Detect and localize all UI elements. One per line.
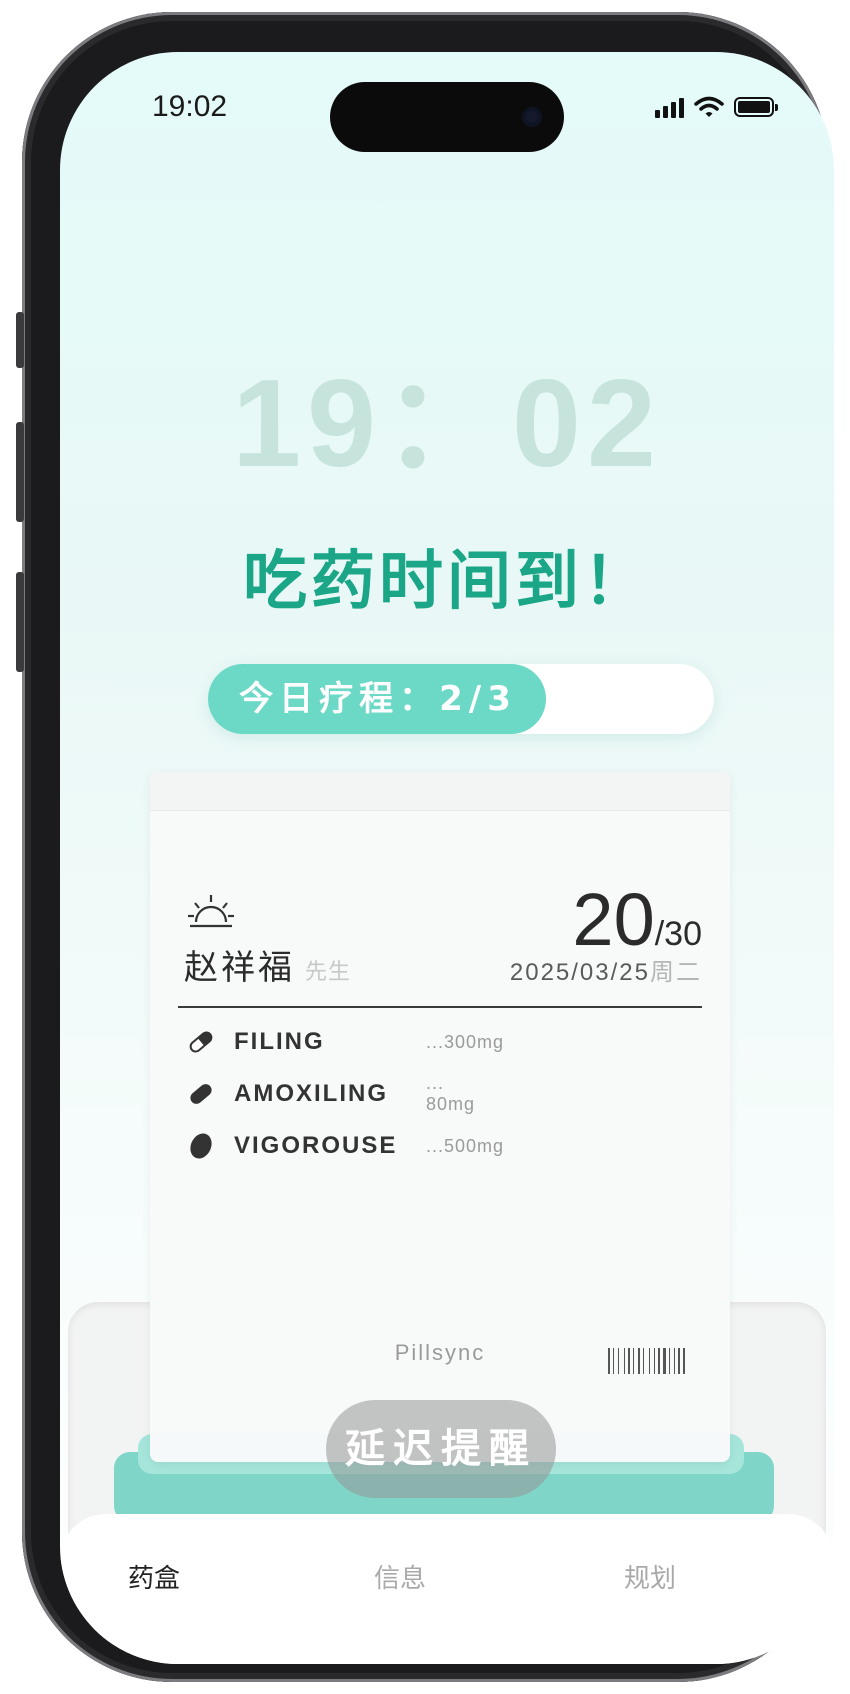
dose-counter: 20/30 [572, 877, 702, 962]
medication-item: VIGOROUSE ...500mg [186, 1128, 503, 1164]
tab-pillbox[interactable]: 药盒 [128, 1558, 180, 1595]
camera-icon [522, 107, 542, 127]
pouch-seal [150, 772, 730, 811]
alarm-clock: 19：02 [232, 355, 662, 493]
medication-dose: ...500mg [426, 1135, 505, 1156]
progress-label: 今日疗程：2/3 [239, 679, 517, 719]
oval-pill-icon [190, 1133, 212, 1159]
medication-name: FILING [234, 1028, 325, 1055]
medication-pouch: 赵祥福 先生 20/30 2025/03/25周二 FILING ...300mg [150, 772, 730, 1462]
dose-count-total: /30 [654, 915, 702, 953]
medication-dose: ... 80mg [426, 1073, 476, 1114]
tab-bar: 药盒 信息 规划 [60, 1514, 834, 1664]
barcode-icon [608, 1348, 685, 1374]
pouch-weekday: 周二 [650, 959, 702, 986]
tab-info[interactable]: 信息 [374, 1558, 426, 1595]
pouch-divider [178, 1006, 702, 1008]
tab-plan[interactable]: 规划 [624, 1558, 676, 1595]
patient-name: 赵祥福 先生 [184, 948, 352, 988]
dynamic-island [330, 82, 564, 152]
daily-progress-bar: 今日疗程：2/3 [208, 664, 714, 734]
medication-name: AMOXILING [234, 1080, 388, 1107]
snooze-reminder-button[interactable]: 延迟提醒 [326, 1400, 556, 1498]
wifi-icon [694, 96, 724, 117]
patient-title: 先生 [305, 960, 352, 985]
capsule-icon [189, 1031, 213, 1053]
status-time: 19:02 [152, 90, 228, 123]
signal-icon [655, 96, 684, 118]
screen: 19:02 19：02 吃药时间到！ 今日疗程：2/3 赵祥福 先生 20/30… [60, 52, 834, 1664]
medication-alert-title: 吃药时间到！ [243, 545, 651, 619]
sunrise-icon [188, 895, 234, 928]
battery-icon [734, 97, 778, 117]
mute-switch [16, 312, 24, 368]
medication-item: FILING ...300mg [186, 1024, 503, 1060]
medication-item: AMOXILING ... 80mg [186, 1073, 474, 1114]
volume-up-button [16, 422, 24, 522]
pouch-date: 2025/03/25周二 [509, 959, 702, 986]
medication-name: VIGOROUSE [234, 1132, 398, 1159]
oblong-pill-icon [190, 1084, 212, 1104]
phone-frame: 19:02 19：02 吃药时间到！ 今日疗程：2/3 赵祥福 先生 20/30… [16, 12, 834, 1682]
status-icons [655, 96, 778, 118]
dose-count-current: 20 [572, 878, 655, 961]
volume-down-button [16, 572, 24, 672]
medication-dose: ...300mg [426, 1031, 505, 1052]
